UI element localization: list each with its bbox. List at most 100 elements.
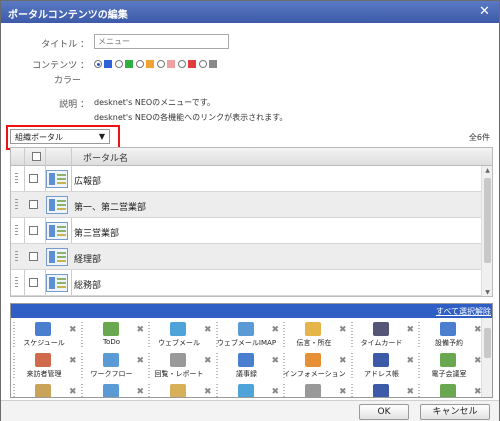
remove-icon[interactable]: ✖ [204, 356, 212, 366]
drag-handle-icon[interactable] [15, 251, 18, 263]
drag-handle-icon[interactable] [418, 384, 420, 397]
remove-icon[interactable]: ✖ [272, 387, 280, 397]
description-line-2: desknet's NEOの各機能へのリンクが表示されます。 [94, 113, 288, 122]
select-all-checkbox[interactable] [32, 152, 41, 161]
menu-item[interactable]: ✖ [148, 384, 216, 397]
drag-handle-icon[interactable] [350, 384, 353, 397]
remove-icon[interactable]: ✖ [69, 356, 77, 366]
menu-scrollbar[interactable] [481, 318, 492, 397]
portal-icon [46, 248, 68, 266]
drag-handle-icon[interactable] [215, 384, 218, 397]
scroll-up-icon[interactable]: ▲ [483, 167, 492, 174]
portal-name-header: ポータル名 [83, 154, 129, 164]
facility-icon [440, 322, 456, 336]
menu-item[interactable]: 来訪者管理 ✖ [13, 353, 81, 383]
menu-panel-header: すべて選択解除 [11, 304, 492, 318]
color-radio[interactable] [94, 60, 102, 68]
menu-item[interactable]: 回覧・レポート ✖ [148, 353, 216, 383]
table-row[interactable]: 第一、第二営業部 [11, 192, 482, 218]
menu-item[interactable]: ✖ [80, 384, 149, 397]
drag-handle-icon[interactable] [15, 277, 18, 289]
table-row[interactable]: 総務部 [11, 270, 482, 296]
menu-item-label: 伝言・所在 [296, 339, 332, 347]
remove-icon[interactable]: ✖ [69, 325, 77, 335]
menu-item[interactable]: ウェブメール ✖ [148, 322, 216, 352]
menu-item[interactable]: インフォメーション ✖ [283, 353, 351, 383]
clear-all-link[interactable]: すべて選択解除 [436, 306, 491, 317]
row-checkbox[interactable] [29, 278, 38, 287]
color-radio[interactable] [178, 60, 186, 68]
title-input[interactable] [94, 34, 229, 49]
remove-icon[interactable]: ✖ [272, 356, 280, 366]
cabinet-icon [35, 384, 51, 397]
table-row[interactable]: 経理部 [11, 244, 482, 270]
menu-item[interactable]: ✖ [350, 384, 419, 397]
menu-item[interactable]: ✖ [283, 384, 351, 397]
table-row[interactable]: 広報部 [11, 166, 482, 192]
menu-item[interactable]: ✖ [13, 384, 81, 397]
row-checkbox[interactable] [29, 252, 38, 261]
row-checkbox[interactable] [29, 200, 38, 209]
menu-item[interactable]: 電子会議室 ✖ [418, 353, 483, 383]
menu-item[interactable]: 設備予約 ✖ [418, 322, 483, 352]
title-label: タイトル ： [41, 40, 89, 50]
workflow-icon [102, 353, 119, 367]
minutes-icon [237, 353, 254, 367]
menu-item[interactable]: 議事録 ✖ [215, 353, 284, 383]
menu-item[interactable]: アドレス帳 ✖ [350, 353, 419, 383]
color-radio[interactable] [115, 60, 123, 68]
remove-icon[interactable]: ✖ [339, 325, 347, 335]
menu-item[interactable]: ✖ [215, 384, 284, 397]
remove-icon[interactable]: ✖ [339, 356, 347, 366]
folder-icon [170, 384, 186, 397]
close-icon[interactable]: ✕ [477, 4, 492, 19]
content-color-picker[interactable] [94, 58, 220, 70]
remove-icon[interactable]: ✖ [69, 387, 77, 397]
cancel-button[interactable]: キャンセル [420, 404, 490, 420]
remove-icon[interactable]: ✖ [407, 325, 415, 335]
menu-item-label: スケジュール [23, 339, 65, 347]
table-scrollbar[interactable]: ▲ ▼ [481, 166, 492, 296]
portal-icon [46, 196, 68, 214]
menu-item[interactable]: ワークフロー ✖ [80, 353, 149, 383]
color-radio[interactable] [199, 60, 207, 68]
menu-item-label: ToDo [102, 338, 121, 346]
menu-item-label: インフォメーション [283, 370, 346, 378]
row-checkbox[interactable] [29, 174, 38, 183]
remove-icon[interactable]: ✖ [272, 325, 280, 335]
drag-handle-icon[interactable] [15, 199, 18, 211]
color-radio[interactable] [157, 60, 165, 68]
dialog-title: ポータルコンテンツの編集 [8, 10, 128, 21]
color-radio[interactable] [136, 60, 144, 68]
menu-item[interactable]: スケジュール ✖ [13, 322, 81, 352]
drag-handle-icon[interactable] [15, 225, 18, 237]
portal-content-edit-dialog: ポータルコンテンツの編集 ✕ タイトル ： コンテンツ ： カラー 説明 ： d… [0, 0, 500, 421]
ok-button[interactable]: OK [359, 404, 409, 420]
menu-item[interactable]: 伝言・所在 ✖ [283, 322, 351, 352]
dialog-titlebar[interactable]: ポータルコンテンツの編集 ✕ [1, 1, 499, 23]
menu-item[interactable]: ✖ [418, 384, 483, 397]
remove-icon[interactable]: ✖ [204, 325, 212, 335]
menu-item[interactable]: ToDo ✖ [80, 322, 149, 352]
table-row[interactable]: 第三営業部 [11, 218, 482, 244]
remove-icon[interactable]: ✖ [204, 387, 212, 397]
drag-handle-icon[interactable] [80, 384, 83, 397]
remove-icon[interactable]: ✖ [407, 387, 415, 397]
scroll-down-icon[interactable]: ▼ [483, 289, 492, 296]
remove-icon[interactable]: ✖ [137, 356, 145, 366]
remove-icon[interactable]: ✖ [137, 325, 145, 335]
drag-handle-icon[interactable] [148, 384, 150, 397]
menu-scrollbar-thumb[interactable] [484, 328, 491, 358]
remove-icon[interactable]: ✖ [407, 356, 415, 366]
menu-item[interactable]: タイムカード ✖ [350, 322, 419, 352]
drag-handle-icon[interactable] [13, 384, 15, 397]
remove-icon[interactable]: ✖ [137, 387, 145, 397]
table-scrollbar-thumb[interactable] [484, 178, 491, 263]
description-label: 説明 ： [59, 100, 89, 110]
drag-handle-icon[interactable] [15, 173, 18, 185]
row-checkbox[interactable] [29, 226, 38, 235]
remove-icon[interactable]: ✖ [339, 387, 347, 397]
menu-item-label: 設備予約 [435, 339, 463, 347]
drag-handle-icon[interactable] [283, 384, 285, 397]
menu-item[interactable]: ウェブメールIMAP ✖ [215, 322, 284, 352]
